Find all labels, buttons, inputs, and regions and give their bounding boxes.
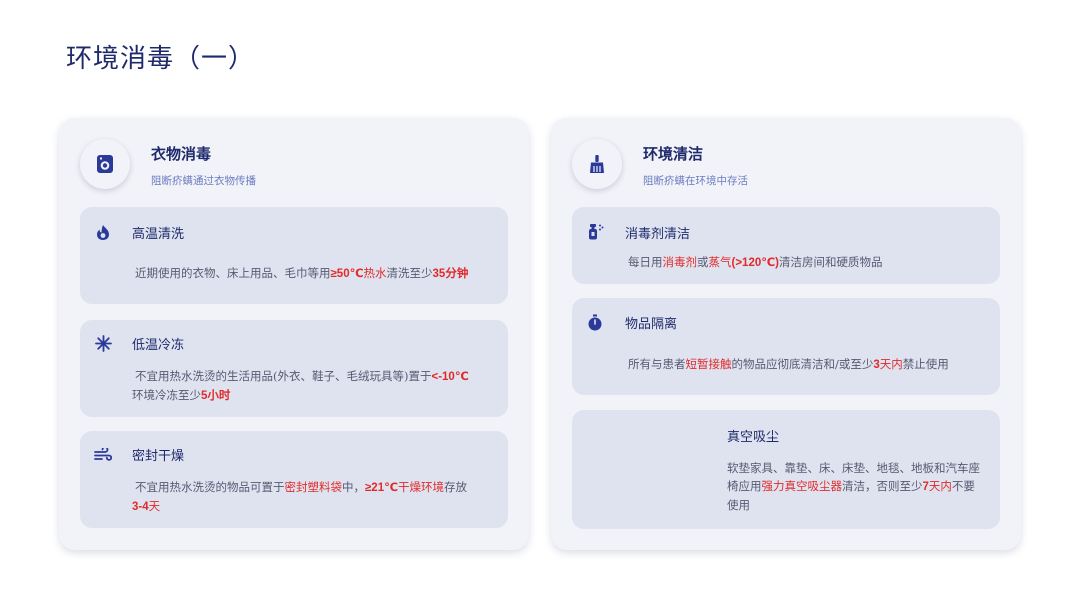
washing-machine-icon	[80, 139, 130, 189]
card-title: 物品隔离	[625, 317, 678, 332]
card-title: 低温冷冻	[132, 338, 185, 353]
panel-title: 环境清洁	[643, 145, 704, 163]
flame-icon	[94, 223, 112, 241]
card-description: 近期使用的衣物、床上用品、毛巾等用≥50℃热水清洗至少35分钟	[135, 266, 469, 280]
card-description: 每日用消毒剂或蒸气(>120℃)清洁房间和硬质物品	[628, 255, 883, 269]
wind-icon	[94, 446, 112, 464]
card-title: 真空吸尘	[727, 430, 780, 445]
card-description: 软垫家具、靠垫、床、床垫、地毯、地板和汽车座椅应用强力真空吸尘器清洁，否则至少7…	[727, 461, 980, 512]
card-vacuum-cleaning: 真空吸尘 软垫家具、靠垫、床、床垫、地毯、地板和汽车座椅应用强力真空吸尘器清洁，…	[572, 410, 1000, 529]
card-title: 密封干燥	[132, 449, 185, 464]
card-item-isolation: 物品隔离 所有与患者短暂接触的物品应彻底清洁和/或至少3天内禁止使用	[572, 298, 1000, 395]
card-description: 不宜用热水洗烫的物品可置于密封塑料袋中，≥21℃干燥环境存放 3-4天	[132, 480, 468, 513]
card-title: 高温清洗	[132, 227, 185, 242]
card-high-temperature-wash: 高温清洗 近期使用的衣物、床上用品、毛巾等用≥50℃热水清洗至少35分钟	[80, 207, 508, 304]
environment-cleaning-panel: 环境清洁 阻断疥螨在环境中存活 消毒剂清洁 每日用消毒剂或蒸气(>120℃)清洁…	[551, 118, 1021, 550]
card-sealed-drying: 密封干燥 不宜用热水洗烫的物品可置于密封塑料袋中，≥21℃干燥环境存放 3-4天	[80, 431, 508, 528]
card-description: 不宜用热水洗烫的生活用品(外衣、鞋子、毛绒玩具等)置于<-10℃ 环境冷冻至少5小…	[132, 369, 469, 402]
panel-title: 衣物消毒	[151, 145, 212, 163]
panel-subtitle: 阻断疥螨通过衣物传播	[151, 175, 256, 187]
snowflake-icon	[94, 334, 112, 352]
panel-subtitle: 阻断疥螨在环境中存活	[643, 175, 748, 187]
card-title: 消毒剂清洁	[625, 227, 691, 242]
page-title: 环境消毒（一）	[66, 44, 256, 74]
spray-bottle-icon	[586, 222, 604, 240]
card-description: 所有与患者短暂接触的物品应彻底清洁和/或至少3天内禁止使用	[628, 357, 949, 371]
clothing-disinfection-panel: 衣物消毒 阻断疥螨通过衣物传播 高温清洗 近期使用的衣物、床上用品、毛巾等用≥5…	[59, 118, 529, 550]
card-low-temperature-freeze: 低温冷冻 不宜用热水洗烫的生活用品(外衣、鞋子、毛绒玩具等)置于<-10℃ 环境冷…	[80, 320, 508, 417]
stopwatch-icon	[586, 313, 604, 331]
broom-icon	[572, 139, 622, 189]
card-disinfectant-cleaning: 消毒剂清洁 每日用消毒剂或蒸气(>120℃)清洁房间和硬质物品	[572, 207, 1000, 284]
